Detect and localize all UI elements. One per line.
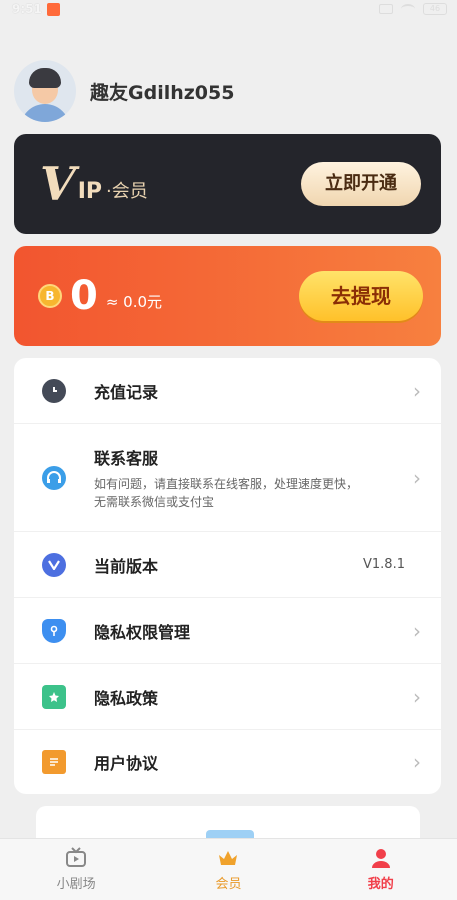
- shield-icon: [42, 618, 66, 643]
- bookmark-icon: [42, 684, 66, 709]
- menu-item-user-agreement[interactable]: 用户协议 ›: [14, 730, 441, 794]
- withdraw-button[interactable]: 去提现: [299, 271, 423, 321]
- chevron-right-icon: ›: [413, 618, 421, 643]
- sim-icon: [379, 4, 393, 14]
- menu-label: 用户协议: [94, 754, 159, 773]
- person-icon: [371, 849, 390, 868]
- chevron-right-icon: ›: [413, 684, 421, 709]
- tv-icon: [66, 847, 87, 867]
- tab-theater[interactable]: 小剧场: [26, 847, 126, 892]
- menu-item-recharge-history[interactable]: 充值记录 ›: [14, 358, 441, 424]
- settings-menu: 充值记录 › 联系客服 如有问题，请直接联系在线客服，处理速度更快，无需联系微信…: [14, 358, 441, 794]
- menu-label: 隐私政策: [94, 688, 159, 708]
- headset-icon: [42, 465, 66, 490]
- coin-card: B 0 ≈ 0.0元 去提现: [14, 246, 441, 346]
- menu-label: 联系客服: [94, 448, 159, 468]
- tab-label: 我的: [367, 877, 394, 892]
- wifi-icon: [401, 4, 415, 14]
- menu-item-customer-service[interactable]: 联系客服 如有问题，请直接联系在线客服，处理速度更快，无需联系微信或支付宝 ›: [14, 424, 441, 532]
- menu-label: 当前版本: [94, 556, 159, 576]
- profile-header[interactable]: 趣友Gdilhz055: [14, 60, 234, 122]
- coin-cash-value: ≈ 0.0元: [105, 292, 163, 311]
- menu-item-current-version: 当前版本 V1.8.1: [14, 532, 441, 598]
- v-icon: [42, 552, 66, 577]
- vip-logo-v: V: [40, 157, 76, 211]
- menu-description: 如有问题，请直接联系在线客服，处理速度更快，无需联系微信或支付宝: [94, 476, 359, 509]
- menu-label: 充值记录: [94, 382, 159, 402]
- chevron-right-icon: ›: [413, 750, 421, 774]
- app-notification-icon: [46, 2, 60, 16]
- bottom-navigation: 小剧场 会员 我的: [0, 838, 457, 900]
- document-icon: [42, 750, 66, 774]
- crown-icon: [219, 851, 238, 865]
- status-time: 9:51: [12, 2, 42, 16]
- vip-logo: V IP ·会员: [40, 157, 148, 211]
- status-bar: 9:51 46: [0, 0, 457, 18]
- activate-vip-button[interactable]: 立即开通: [301, 162, 421, 206]
- username: 趣友Gdilhz055: [90, 81, 235, 104]
- clock-icon: [42, 378, 66, 403]
- tab-label: 小剧场: [56, 877, 96, 892]
- chevron-right-icon: ›: [413, 465, 421, 490]
- menu-item-privacy-permissions[interactable]: 隐私权限管理 ›: [14, 598, 441, 664]
- chevron-right-icon: ›: [413, 378, 421, 403]
- tab-mine[interactable]: 我的: [331, 847, 431, 892]
- menu-item-privacy-policy[interactable]: 隐私政策 ›: [14, 664, 441, 730]
- version-value: V1.8.1: [363, 557, 405, 572]
- avatar[interactable]: [14, 60, 76, 122]
- menu-label: 隐私权限管理: [94, 622, 191, 642]
- tab-label: 会员: [215, 877, 242, 892]
- tab-vip[interactable]: 会员: [178, 847, 278, 892]
- coin-balance: 0: [70, 273, 98, 319]
- battery-icon: 46: [423, 3, 447, 15]
- vip-logo-ip: IP: [77, 179, 103, 204]
- vip-card[interactable]: V IP ·会员 立即开通: [14, 134, 441, 234]
- vip-member-label: ·会员: [106, 181, 148, 202]
- coin-icon: B: [38, 284, 62, 308]
